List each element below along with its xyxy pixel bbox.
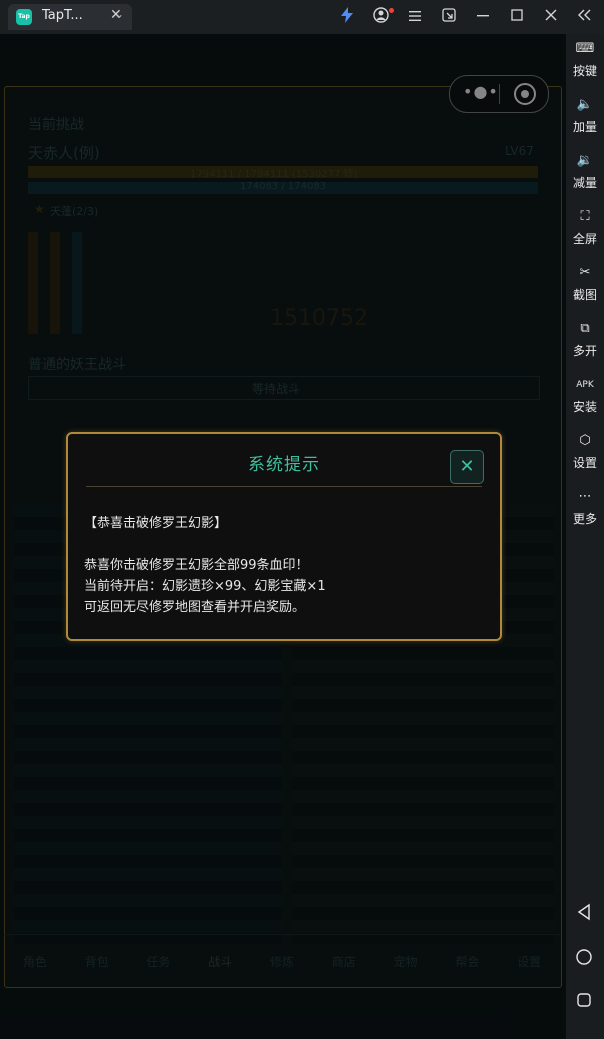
sidebar-label: 设置 (573, 456, 598, 470)
back-icon[interactable] (574, 903, 594, 925)
sidebar-label: 安装 (573, 400, 598, 414)
maximize-icon[interactable] (506, 7, 528, 27)
sidebar-label: 全屏 (573, 232, 598, 246)
multi-instance-icon: ⧉ (580, 321, 590, 336)
sidebar-label: 截图 (573, 288, 598, 302)
scissors-icon: ✂ (579, 265, 591, 280)
taptap-logo-icon: Tap (16, 9, 32, 25)
title-bar: Tap TapT... ✕ ⌄ (0, 0, 604, 35)
recent-apps-icon[interactable] (574, 992, 594, 1012)
dialog-line-2: 当前待开启：幻影遗珍×99、幻影宝藏×1 (84, 579, 326, 594)
dialog-divider (86, 486, 482, 487)
menu-icon[interactable] (404, 7, 426, 27)
sidebar-label: 更多 (573, 512, 598, 526)
bolt-icon[interactable] (336, 7, 358, 28)
minimize-icon[interactable] (472, 7, 494, 27)
tab-title: TapT... (42, 8, 83, 23)
volume-down-icon: 🔉 (576, 153, 594, 168)
chevron-down-icon[interactable]: ⌄ (114, 7, 124, 21)
apk-icon: APK (576, 380, 594, 390)
collapse-sidebar-icon[interactable] (573, 7, 595, 27)
dialog-line-3: 可返回无尽修罗地图查看并开启奖励。 (84, 600, 306, 615)
sidebar-label: 减量 (573, 176, 598, 190)
close-icon[interactable] (540, 7, 562, 27)
sidebar-label: 按键 (573, 64, 598, 78)
dialog-line-1: 恭喜你击破修罗王幻影全部99条血印！ (84, 558, 309, 573)
fullscreen-icon: ⛶ (580, 209, 590, 224)
system-prompt-dialog: 系统提示 ✕ 【恭喜击破修罗王幻影】 恭喜你击破修罗王幻影全部99条血印！ 当前… (66, 432, 502, 641)
dialog-title: 系统提示 (248, 455, 320, 475)
sidebar-label: 多开 (573, 344, 598, 358)
keyboard-icon: ⌨ (575, 41, 595, 56)
sidebar-label: 加量 (573, 120, 598, 134)
game-viewport: 当前挑战 天赤人(例) LV67 1794111 / 1794111 (1530… (0, 34, 566, 1039)
emulator-sidebar: ⌨ 按键 🔈 加量 🔉 减量 ⛶ 全屏 ✂ 截图 ⧉ 多开 APK 安装 ⬡ 设… (566, 34, 604, 1039)
volume-up-icon: 🔈 (576, 97, 594, 112)
dialog-close-button[interactable]: ✕ (450, 450, 484, 484)
settings-icon: ⬡ (579, 433, 591, 448)
more-icon: ⋯ (578, 489, 592, 504)
home-icon[interactable] (574, 948, 594, 970)
notification-dot (389, 8, 394, 13)
dialog-heading-line: 【恭喜击破修罗王幻影】 (84, 516, 228, 531)
picture-in-picture-icon[interactable] (438, 7, 460, 27)
